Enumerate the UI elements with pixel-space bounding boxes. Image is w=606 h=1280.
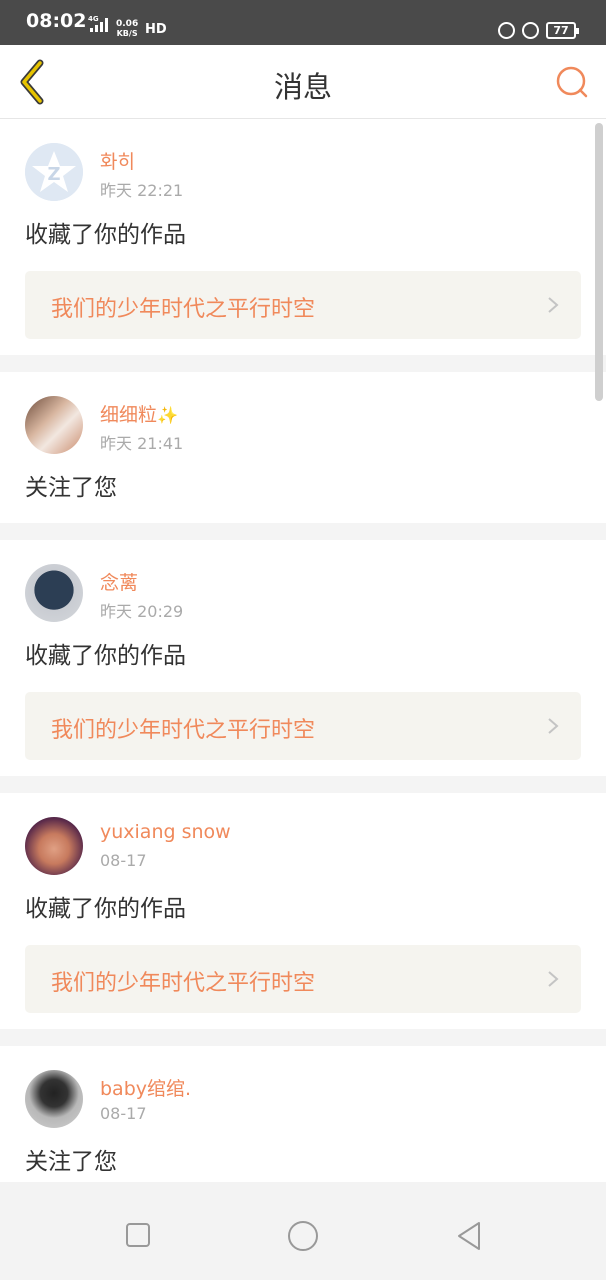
message-card: 念蓠 昨天 20:29 收藏了你的作品 我们的少年时代之平行时空 — [0, 540, 606, 776]
action-text: 关注了您 — [25, 475, 117, 501]
recent-apps-icon[interactable] — [125, 1222, 151, 1248]
search-icon[interactable] — [555, 65, 589, 99]
timestamp: 昨天 20:29 — [100, 602, 184, 621]
work-link[interactable]: 我们的少年时代之平行时空 — [25, 692, 581, 760]
action-text: 关注了您 — [25, 1149, 117, 1175]
battery-indicator: 77 — [546, 22, 579, 39]
action-text: 收藏了你的作品 — [25, 222, 186, 248]
action-text: 收藏了你的作品 — [25, 896, 186, 922]
scrollbar[interactable] — [595, 123, 603, 401]
avatar[interactable] — [25, 1070, 83, 1128]
status-time: 08:02 — [26, 10, 87, 32]
hd-indicator: HD — [145, 22, 167, 37]
svg-text:Z: Z — [47, 164, 60, 185]
status-bar: 08:02 4G 0.06 KB/S HD 77 — [0, 0, 606, 45]
avatar[interactable] — [25, 817, 83, 875]
signal-icon — [90, 18, 110, 32]
avatar[interactable]: Z — [25, 143, 83, 201]
network-speed-value: 0.06 — [116, 19, 139, 29]
username[interactable]: yuxiang snow — [100, 821, 231, 843]
message-list[interactable]: Z 화히 昨天 22:21 收藏了你的作品 我们的少年时代之平行时空 细细粒✨ … — [0, 119, 606, 1182]
work-link[interactable]: 我们的少年时代之平行时空 — [25, 271, 581, 339]
alarm-icon — [522, 22, 539, 39]
sparkle-emoji: ✨ — [157, 406, 179, 426]
timestamp: 昨天 21:41 — [100, 434, 184, 453]
app-header: 消息 — [0, 45, 606, 119]
chevron-right-icon — [548, 718, 559, 734]
action-text: 收藏了你的作品 — [25, 643, 186, 669]
chevron-right-icon — [548, 297, 559, 313]
message-card: yuxiang snow 08-17 收藏了你的作品 我们的少年时代之平行时空 — [0, 793, 606, 1029]
timestamp: 08-17 — [100, 851, 147, 870]
username[interactable]: 细细粒✨ — [100, 400, 178, 427]
message-card: 细细粒✨ 昨天 21:41 关注了您 — [0, 372, 606, 523]
work-title: 我们的少年时代之平行时空 — [51, 718, 316, 743]
message-card: Z 화히 昨天 22:21 收藏了你的作品 我们的少年时代之平行时空 — [0, 119, 606, 355]
lock-rotation-icon — [498, 22, 515, 39]
chevron-right-icon — [548, 971, 559, 987]
username[interactable]: 화히 — [100, 147, 135, 174]
system-nav-bar — [0, 1182, 606, 1280]
avatar[interactable] — [25, 396, 83, 454]
back-triangle-icon[interactable] — [455, 1220, 483, 1252]
timestamp: 08-17 — [100, 1104, 147, 1123]
username[interactable]: baby绾绾. — [100, 1074, 191, 1101]
message-card: baby绾绾. 08-17 关注了您 — [0, 1046, 606, 1182]
page-title: 消息 — [273, 70, 332, 104]
work-link[interactable]: 我们的少年时代之平行时空 — [25, 945, 581, 1013]
username[interactable]: 念蓠 — [100, 568, 138, 595]
work-title: 我们的少年时代之平行时空 — [51, 971, 316, 996]
avatar[interactable] — [25, 564, 83, 622]
home-icon[interactable] — [287, 1220, 319, 1252]
timestamp: 昨天 22:21 — [100, 181, 184, 200]
username-text: 细细粒 — [100, 404, 158, 426]
network-speed: 0.06 KB/S — [116, 19, 139, 39]
work-title: 我们的少年时代之平行时空 — [51, 297, 316, 322]
network-speed-unit: KB/S — [116, 29, 138, 38]
qzone-star-icon: Z — [25, 143, 83, 201]
